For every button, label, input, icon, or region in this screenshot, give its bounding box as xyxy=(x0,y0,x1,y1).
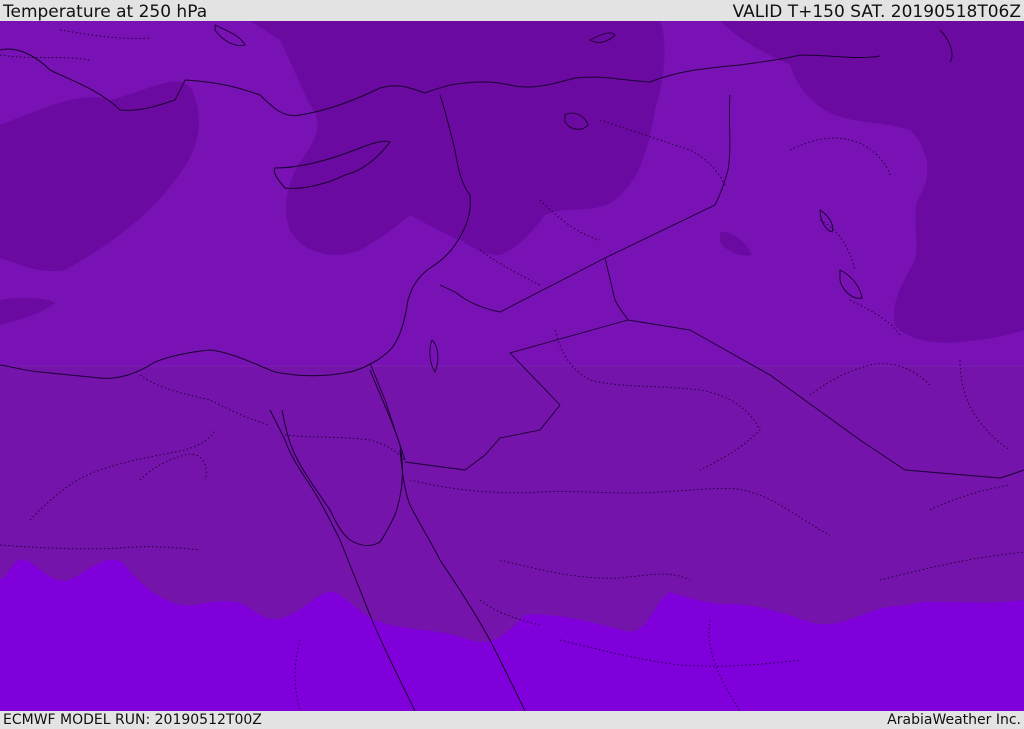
valid-time: VALID T+150 SAT. 20190518T06Z xyxy=(732,2,1021,22)
map-title: Temperature at 250 hPa xyxy=(3,2,208,22)
map-svg xyxy=(0,21,1024,711)
footer-bar: ECMWF MODEL RUN: 20190512T00Z ArabiaWeat… xyxy=(0,711,1024,729)
model-run: ECMWF MODEL RUN: 20190512T00Z xyxy=(3,712,262,728)
header-bar: Temperature at 250 hPa VALID T+150 SAT. … xyxy=(0,0,1024,21)
map-area xyxy=(0,21,1024,711)
credit: ArabiaWeather Inc. xyxy=(887,712,1021,728)
